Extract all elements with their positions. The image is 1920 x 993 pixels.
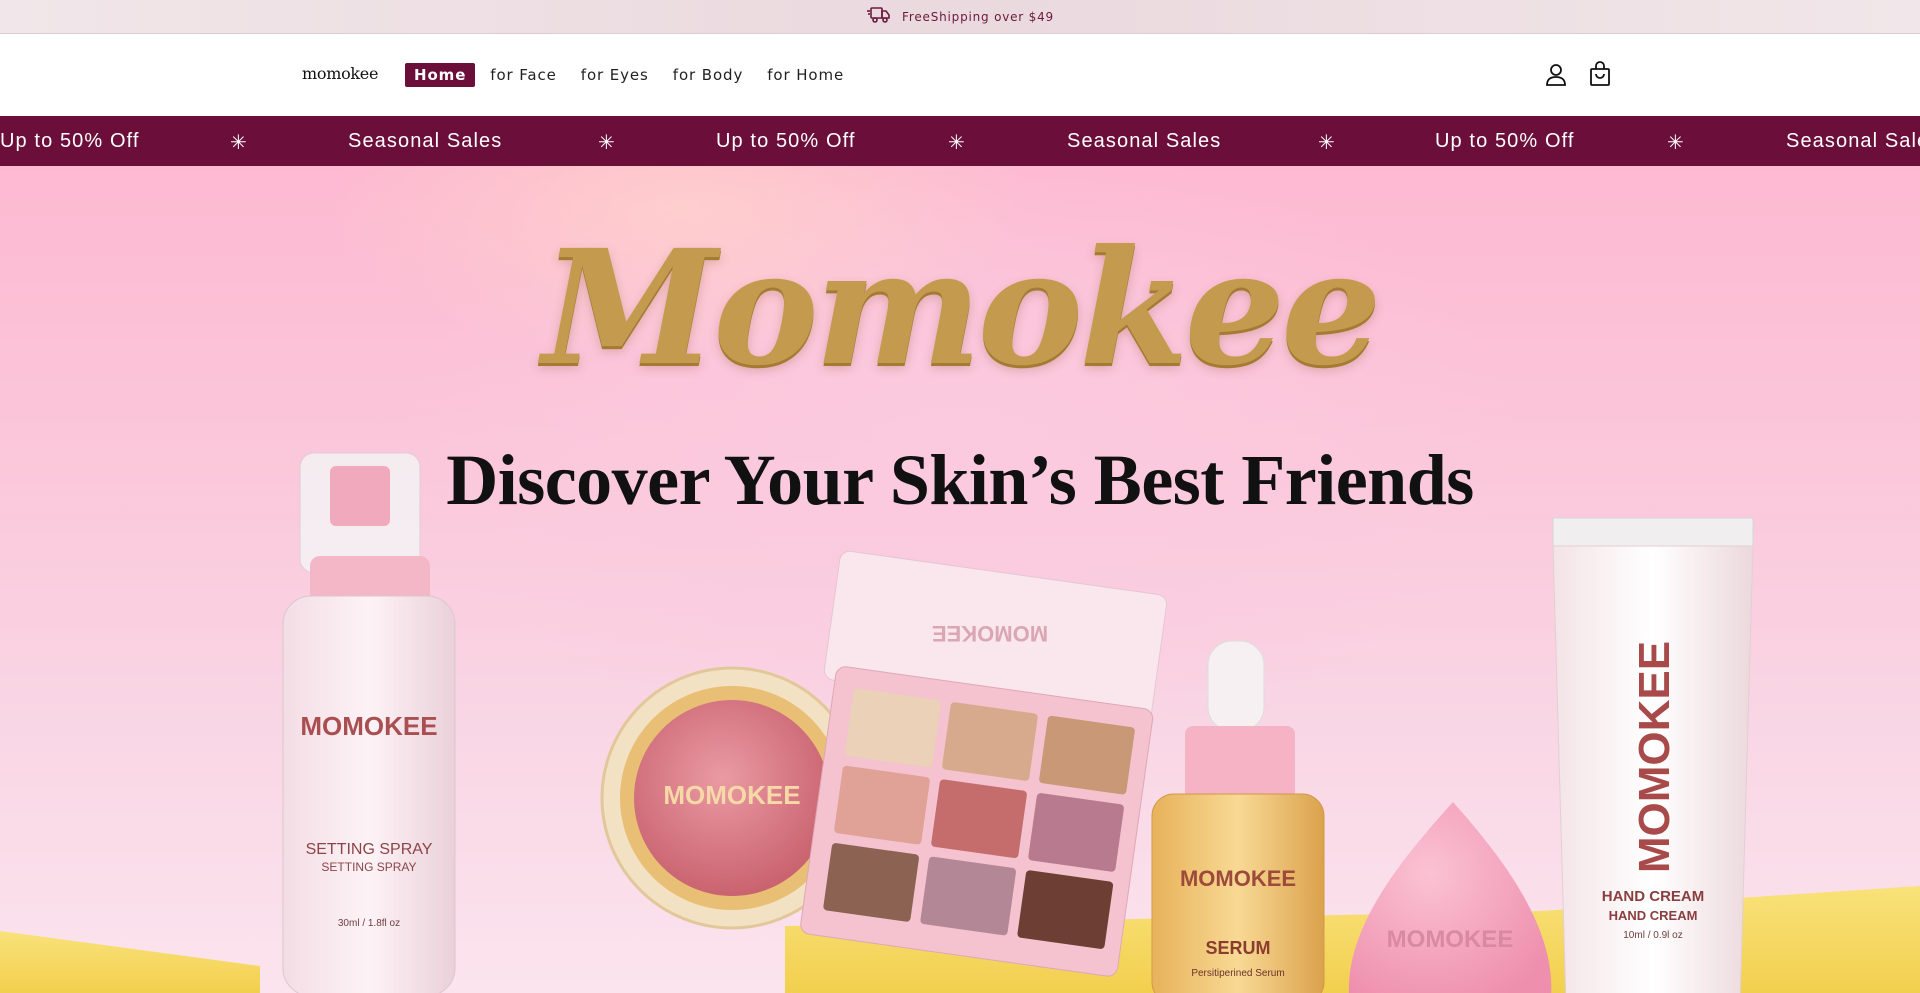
blush-brand: MOMOKEE [663,780,801,810]
cream-brand: MOMOKEE [1630,640,1679,874]
marquee-separator: ✳ [1318,132,1336,154]
marquee-item: Seasonal Sales [348,130,503,152]
marquee-item: Up to 50% Off [716,130,856,152]
nav-for-body[interactable]: for Body [664,63,752,87]
announcement-text: FreeShipping over $49 [902,9,1054,24]
main-nav: Home for Face for Eyes for Body for Home [405,63,859,87]
spray-size: 30ml / 1.8fl oz [337,918,401,929]
marquee-item: Up to 50% Off [0,130,140,152]
cart-icon[interactable] [1587,60,1613,88]
site-header: momokee Home for Face for Eyes for Body … [0,34,1920,116]
marquee-separator: ✳ [598,132,616,154]
cream-name-secondary: HAND CREAM [1608,908,1698,923]
cream-name: HAND CREAM [1601,888,1705,905]
marquee-item: Seasonal Sale [1786,130,1920,152]
marquee-separator: ✳ [948,132,966,154]
marquee-separator: ✳ [1667,132,1685,154]
marquee-separator: ✳ [230,132,248,154]
site-logo[interactable]: momokee [302,64,378,83]
palette-brand: MOMOKEE [931,621,1049,646]
truck-icon [866,5,892,28]
serum-subtitle: Persitiperined Serum [1191,968,1285,979]
nav-for-eyes[interactable]: for Eyes [572,63,658,87]
marquee-item: Up to 50% Off [1435,130,1575,152]
serum-brand: MOMOKEE [1179,866,1297,891]
announcement-bar: FreeShipping over $49 [0,0,1920,34]
account-icon[interactable] [1542,61,1570,89]
cream-size: 10ml / 0.9l oz [1623,930,1683,941]
nav-for-home[interactable]: for Home [758,63,853,87]
promo-marquee: Up to 50% Off ✳ Seasonal Sales ✳ Up to 5… [0,116,1920,166]
spray-name-secondary: SETTING SPRAY [321,860,417,874]
nav-home[interactable]: Home [405,63,476,87]
hero-banner[interactable]: Momokee Discover Your Skin’s Best Friend… [0,166,1920,993]
spray-brand: MOMOKEE [300,711,438,741]
sponge-brand: MOMOKEE [1386,926,1514,953]
marquee-item: Seasonal Sales [1067,130,1222,152]
serum-name: SERUM [1205,938,1271,958]
nav-for-face[interactable]: for Face [481,63,566,87]
spray-name: SETTING SPRAY [305,841,433,858]
